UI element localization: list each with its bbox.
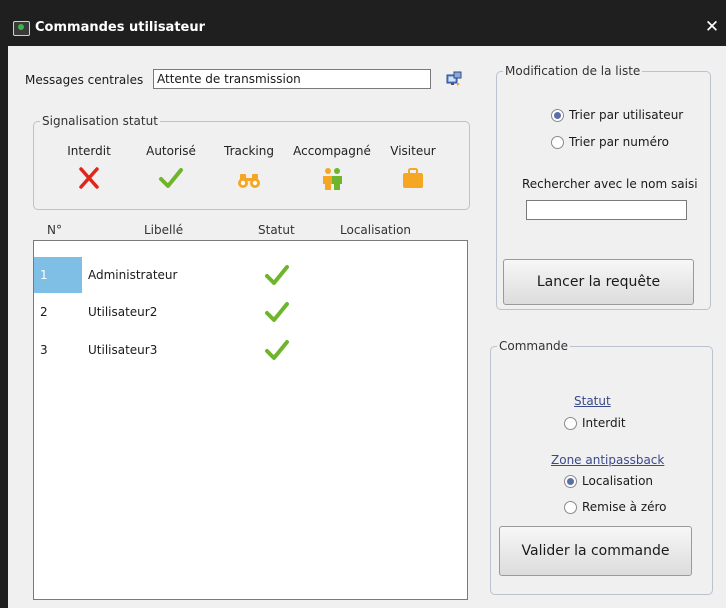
search-label: Rechercher avec le nom saisi — [522, 177, 698, 191]
row-number: 1 — [34, 257, 82, 293]
row-name: Utilisateur2 — [88, 305, 158, 319]
radio-selected-indicator — [564, 474, 577, 488]
row-name: Utilisateur3 — [88, 343, 158, 357]
zone-localisation-radio[interactable]: Localisation — [564, 474, 653, 488]
status-tracking: Tracking — [209, 144, 289, 190]
commande-legend: Commande — [499, 339, 569, 353]
window-title: Commandes utilisateur — [35, 20, 206, 35]
table-row[interactable]: 1 Administrateur — [34, 257, 467, 293]
radio-selected-indicator — [551, 108, 564, 122]
column-header-localisation[interactable]: Localisation — [340, 223, 411, 237]
table-row[interactable]: 3 Utilisateur3 — [34, 332, 467, 368]
signalisation-legend: Signalisation statut — [42, 114, 158, 128]
statut-interdit-label: Interdit — [582, 416, 626, 430]
radio-indicator — [564, 500, 577, 514]
column-header-libelle[interactable]: Libellé — [144, 223, 183, 237]
row-number: 3 — [40, 343, 48, 357]
computer-transfer-icon[interactable] — [446, 71, 462, 87]
sort-by-number-radio[interactable]: Trier par numéro — [551, 135, 669, 149]
status-accompagne: Accompagné — [292, 144, 372, 190]
messages-field[interactable]: Attente de transmission — [153, 69, 431, 89]
status-autorise: Autorisé — [131, 144, 211, 190]
status-tracking-label: Tracking — [224, 144, 274, 158]
modification-legend: Modification de la liste — [505, 64, 641, 78]
sort-by-user-radio[interactable]: Trier par utilisateur — [551, 108, 683, 122]
suitcase-icon — [403, 168, 423, 188]
user-list[interactable]: 1 Administrateur 2 Utilisateur2 3 Utilis… — [33, 240, 468, 600]
close-icon[interactable]: ✕ — [703, 17, 721, 37]
zone-reset-radio[interactable]: Remise à zéro — [564, 500, 667, 514]
signalisation-group: Signalisation statut Interdit Autorisé T… — [33, 114, 470, 210]
status-interdit-label: Interdit — [67, 144, 111, 158]
binoculars-icon — [238, 174, 260, 188]
status-visiteur: Visiteur — [373, 144, 453, 190]
zone-reset-label: Remise à zéro — [582, 500, 667, 514]
app-icon — [13, 21, 30, 36]
status-accompagne-label: Accompagné — [293, 144, 371, 158]
status-visiteur-label: Visiteur — [390, 144, 436, 158]
sort-by-number-label: Trier par numéro — [569, 135, 669, 149]
zone-localisation-label: Localisation — [582, 474, 654, 488]
sort-by-user-label: Trier par utilisateur — [569, 108, 684, 122]
status-interdit: Interdit — [49, 144, 129, 190]
radio-indicator — [551, 135, 564, 149]
table-row[interactable]: 2 Utilisateur2 — [34, 294, 467, 330]
search-input[interactable] — [526, 200, 687, 220]
dialog-window: Commandes utilisateur ✕ Messages central… — [8, 12, 726, 608]
status-autorise-label: Autorisé — [146, 144, 196, 158]
run-query-button[interactable]: Lancer la requête — [503, 259, 694, 305]
statut-interdit-radio[interactable]: Interdit — [564, 416, 626, 430]
green-check-icon — [265, 302, 289, 322]
row-number: 2 — [40, 305, 48, 319]
row-name: Administrateur — [88, 268, 178, 282]
green-check-icon — [159, 168, 183, 188]
green-check-icon — [265, 265, 289, 285]
title-bar: Commandes utilisateur ✕ — [8, 12, 726, 46]
zone-antipassback-title: Zone antipassback — [551, 453, 665, 467]
column-header-statut[interactable]: Statut — [258, 223, 295, 237]
red-cross-icon — [79, 167, 99, 189]
people-icon — [323, 168, 342, 190]
messages-label: Messages centrales — [25, 73, 144, 87]
validate-command-button[interactable]: Valider la commande — [499, 526, 692, 576]
radio-indicator — [564, 416, 577, 430]
green-check-icon — [265, 340, 289, 360]
column-header-number[interactable]: N° — [47, 223, 62, 237]
statut-title: Statut — [574, 394, 611, 408]
